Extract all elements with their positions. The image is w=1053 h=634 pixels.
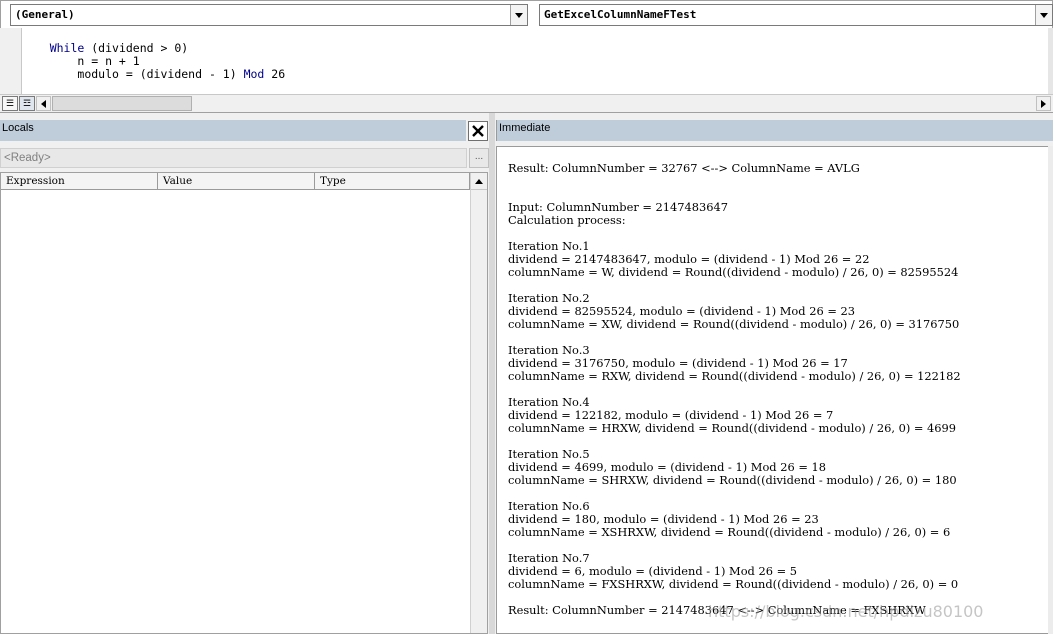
code-text: n = n + 1 [77,54,140,68]
column-header-expression[interactable]: Expression [1,173,158,190]
scroll-up-icon[interactable] [471,173,487,190]
code-text: modulo = (dividend - 1) [77,67,244,81]
full-module-view-icon[interactable]: ☲ [19,96,35,111]
immediate-output: Result: ColumnNumber = 32767 <--> Column… [508,161,961,617]
scroll-right-icon[interactable] [1036,96,1051,111]
code-vertical-scrollbar[interactable] [1048,28,1053,94]
code-text: 26 [264,67,286,81]
procedure-view-icon[interactable]: ☰ [2,96,18,111]
procedure-combo-value: GetExcelColumnNameFTest [544,8,697,21]
locals-title-bar[interactable]: Locals [0,120,466,141]
code-bottom-bar: ☰ ☲ [0,94,1053,112]
code-editor[interactable]: While (dividend > 0) n = n + 1 modulo = … [22,28,1050,94]
code-keyword: While [49,41,85,55]
immediate-window[interactable]: Result: ColumnNumber = 32767 <--> Column… [496,146,1053,634]
object-combo-value: (General) [15,8,75,21]
locals-title: Locals [2,122,34,134]
column-header-value[interactable]: Value [158,173,315,190]
column-header-type[interactable]: Type [315,173,470,190]
chevron-down-icon[interactable] [1035,5,1052,25]
code-margin-indicator-bar[interactable] [0,28,22,94]
chevron-down-icon[interactable] [510,5,527,25]
watermark: https://blog.csdn.net/hpdlzu80100 [708,602,984,621]
immediate-vertical-scrollbar[interactable] [1048,146,1053,634]
locals-context: <Ready> [0,148,467,168]
call-stack-button[interactable]: ... [469,148,489,168]
code-text: (dividend > 0) [84,41,189,55]
immediate-title-bar[interactable]: Immediate [496,120,1053,141]
locals-vertical-scrollbar[interactable] [470,173,487,633]
horizontal-scroll-thumb[interactable] [52,96,192,111]
scroll-left-icon[interactable] [36,96,51,111]
procedure-combo[interactable]: GetExcelColumnNameFTest [539,4,1053,26]
code-line: While (dividend > 0) [22,42,1050,55]
locals-grid[interactable]: Expression Value Type [0,172,488,634]
immediate-title: Immediate [499,122,551,134]
pane-splitter[interactable] [489,113,495,634]
object-combo[interactable]: (General) [10,4,528,26]
code-keyword: Mod [243,67,265,81]
code-line: modulo = (dividend - 1) Mod 26 [22,68,1050,81]
close-icon[interactable] [468,121,488,141]
